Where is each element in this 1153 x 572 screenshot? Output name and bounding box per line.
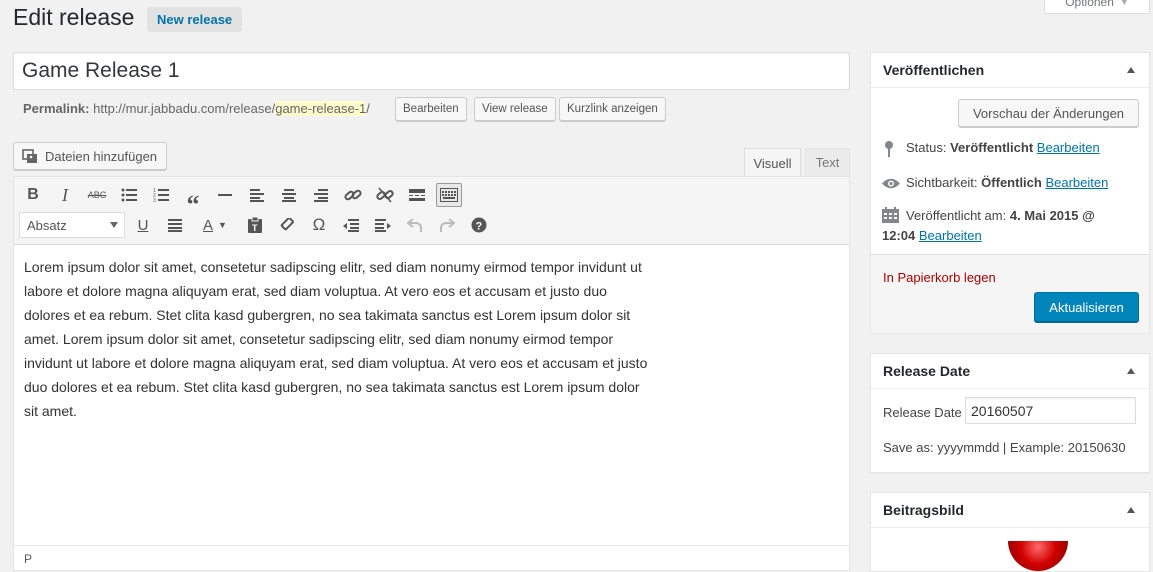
update-button[interactable]: Aktualisieren xyxy=(1034,292,1139,322)
edit-visibility-link[interactable]: Bearbeiten xyxy=(1045,175,1108,190)
indent-icon[interactable] xyxy=(370,213,396,237)
featured-image-title: Beitragsbild xyxy=(883,502,964,518)
link-icon[interactable] xyxy=(340,183,366,207)
publish-box-title: Veröffentlichen xyxy=(883,62,985,78)
blockquote-icon[interactable]: “ xyxy=(180,183,206,219)
svg-text:3: 3 xyxy=(153,198,156,202)
permalink-slug: game-release-1 xyxy=(275,101,367,116)
help-icon[interactable]: ? xyxy=(466,213,492,237)
horizontal-rule-icon[interactable] xyxy=(212,183,238,207)
permalink-trailing: / xyxy=(366,101,370,116)
published-row: Veröffentlicht am: 4. Mai 2015 @ xyxy=(906,208,1095,223)
featured-image-box: Beitragsbild xyxy=(870,492,1150,572)
editor-path[interactable]: P xyxy=(24,552,32,566)
special-char-icon[interactable]: Ω xyxy=(306,213,332,237)
trash-link[interactable]: In Papierkorb legen xyxy=(883,270,996,285)
tab-text[interactable]: Text xyxy=(805,148,850,176)
eye-icon xyxy=(881,177,901,193)
post-title-input[interactable] xyxy=(13,52,850,90)
release-date-input[interactable] xyxy=(965,397,1136,424)
format-select[interactable]: Absatz xyxy=(19,212,125,238)
calendar-icon xyxy=(882,207,899,226)
publish-box: Veröffentlichen xyxy=(870,52,1150,333)
media-icon xyxy=(22,148,39,164)
align-right-icon[interactable] xyxy=(308,183,334,207)
featured-image-header[interactable]: Beitragsbild xyxy=(871,493,1149,528)
permalink-row: Permalink: http://mur.jabbadu.com/releas… xyxy=(23,101,370,116)
svg-text:T: T xyxy=(252,223,258,233)
screen-options-label: Optionen xyxy=(1065,0,1114,9)
status-row: Status: Veröffentlicht Bearbeiten xyxy=(906,140,1100,155)
preview-changes-button[interactable]: Vorschau der Änderungen xyxy=(958,99,1139,127)
edit-date-link[interactable]: Bearbeiten xyxy=(919,228,982,243)
edit-slug-button[interactable]: Bearbeiten xyxy=(395,97,467,121)
new-release-button[interactable]: New release xyxy=(147,7,243,32)
numbered-list-icon[interactable]: 123 xyxy=(148,183,174,207)
paste-text-icon[interactable]: T xyxy=(242,213,268,237)
bold-icon[interactable]: B xyxy=(20,183,46,207)
shortlink-button[interactable]: Kurzlink anzeigen xyxy=(559,97,666,121)
visibility-row: Sichtbarkeit: Öffentlich Bearbeiten xyxy=(906,175,1108,190)
outdent-icon[interactable] xyxy=(338,213,364,237)
published-label: Veröffentlicht am: xyxy=(906,208,1007,223)
collapse-arrow-icon[interactable] xyxy=(1127,368,1135,374)
screen-options-button[interactable]: Optionen ▼ xyxy=(1044,0,1150,14)
editor-statusbar: P xyxy=(14,545,849,568)
justify-icon[interactable] xyxy=(162,213,188,237)
release-date-label: Release Date xyxy=(883,405,962,420)
text-color-icon[interactable]: A ▼ xyxy=(194,213,236,237)
editor-content[interactable]: Lorem ipsum dolor sit amet, consetetur s… xyxy=(24,255,654,423)
permalink-label: Permalink: xyxy=(23,101,90,116)
bullet-list-icon[interactable] xyxy=(116,183,142,207)
format-select-value: Absatz xyxy=(27,217,67,233)
status-label: Status: xyxy=(906,140,947,155)
release-date-header[interactable]: Release Date xyxy=(871,354,1149,389)
tab-visual[interactable]: Visuell xyxy=(744,148,801,177)
clear-format-icon[interactable] xyxy=(274,213,300,237)
strikethrough-icon[interactable]: ABC xyxy=(84,183,110,207)
visibility-value: Öffentlich xyxy=(981,175,1042,190)
add-media-label: Dateien hinzufügen xyxy=(45,148,158,164)
chevron-down-icon: ▼ xyxy=(1119,0,1129,7)
release-date-hint: Save as: yyyymmdd | Example: 20150630 xyxy=(883,440,1126,455)
published-time: 12:04 xyxy=(882,228,916,243)
unlink-icon[interactable] xyxy=(372,183,398,207)
underline-icon[interactable]: U xyxy=(130,213,156,237)
align-center-icon[interactable] xyxy=(276,183,302,207)
edit-status-link[interactable]: Bearbeiten xyxy=(1037,140,1100,155)
page-title: Edit release xyxy=(13,4,135,30)
pin-icon xyxy=(884,140,894,160)
collapse-arrow-icon[interactable] xyxy=(1127,507,1135,513)
svg-text:?: ? xyxy=(476,221,483,233)
published-row-2: 12:04 Bearbeiten xyxy=(882,228,982,243)
toolbar-toggle-icon[interactable] xyxy=(436,183,462,207)
visibility-label: Sichtbarkeit: xyxy=(906,175,978,190)
collapse-arrow-icon[interactable] xyxy=(1127,67,1135,73)
chevron-down-icon xyxy=(110,222,118,228)
published-date: 4. Mai 2015 @ xyxy=(1009,208,1095,223)
redo-icon[interactable] xyxy=(434,213,460,237)
view-release-button[interactable]: View release xyxy=(474,97,556,121)
release-date-box-title: Release Date xyxy=(883,363,971,379)
italic-icon[interactable]: I xyxy=(52,183,78,207)
add-media-button[interactable]: Dateien hinzufügen xyxy=(13,142,168,170)
status-value: Veröffentlicht xyxy=(950,140,1034,155)
publish-box-header[interactable]: Veröffentlichen xyxy=(871,53,1149,88)
align-left-icon[interactable] xyxy=(244,183,270,207)
permalink-base: http://mur.jabbadu.com/release/ xyxy=(93,101,276,116)
read-more-icon[interactable] xyxy=(404,183,430,207)
undo-icon[interactable] xyxy=(402,213,428,237)
